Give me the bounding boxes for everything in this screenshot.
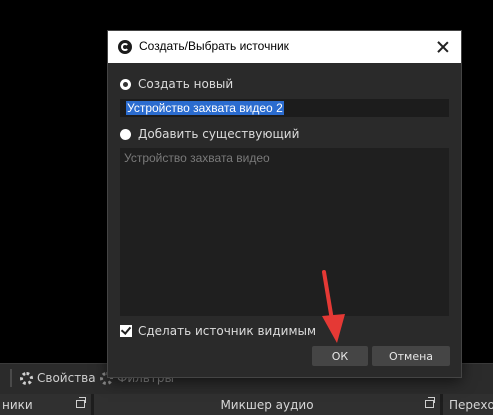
annotation-arrow-head <box>322 314 345 343</box>
annotation-arrow <box>322 270 345 343</box>
